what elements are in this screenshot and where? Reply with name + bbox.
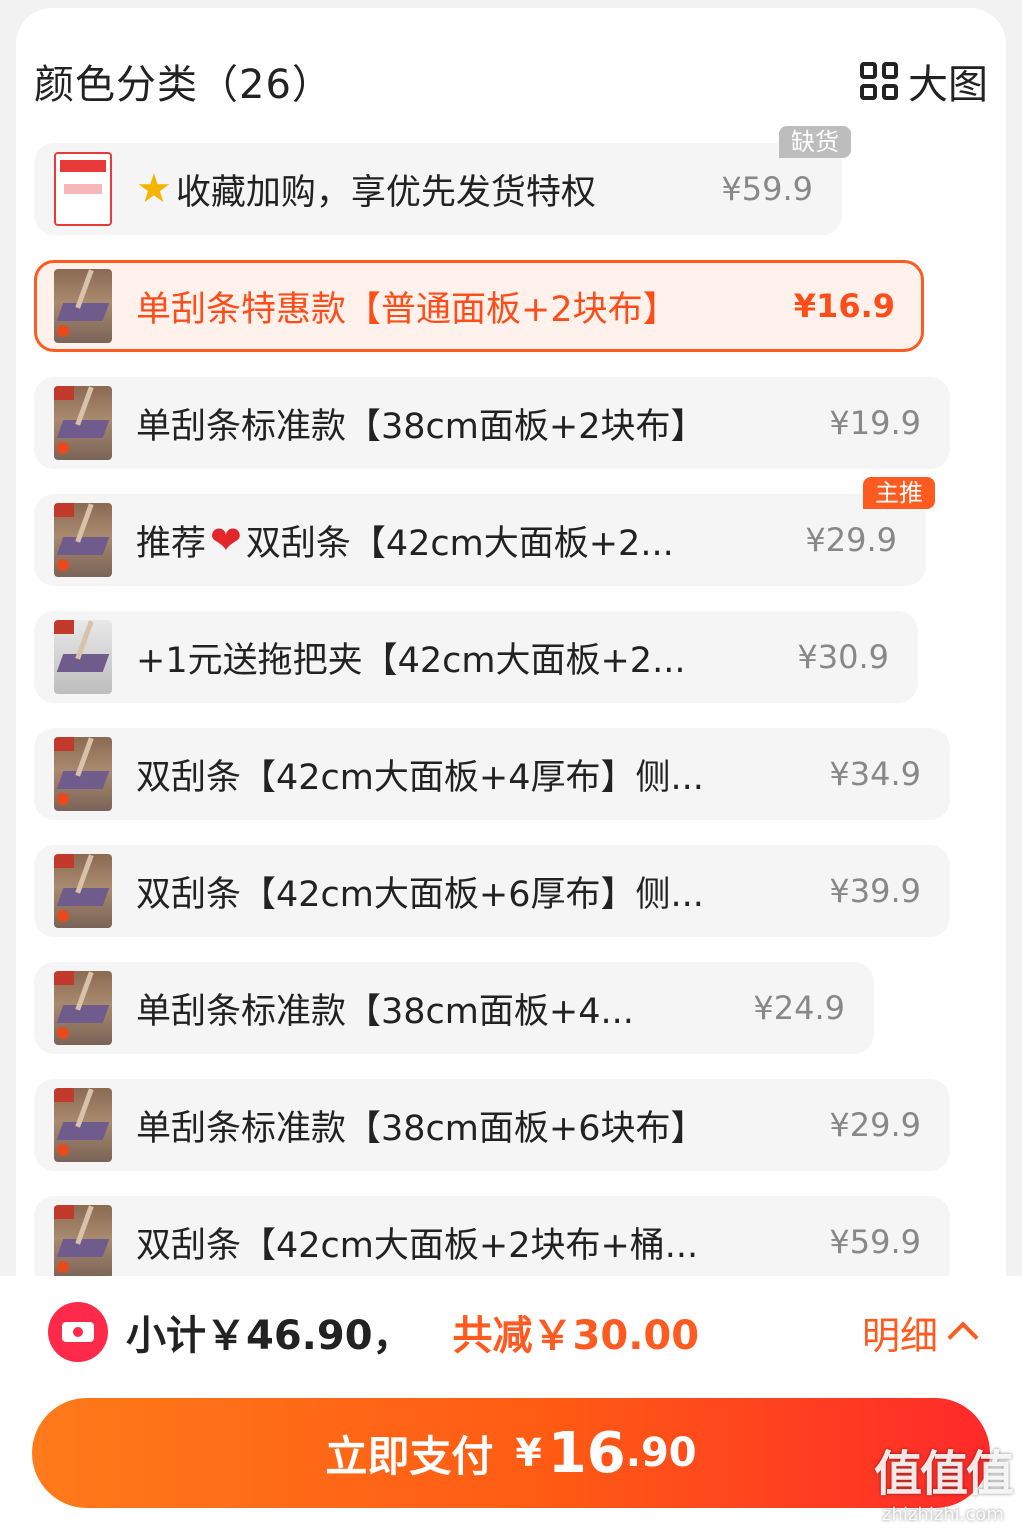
sku-option[interactable]: 推荐 ❤ 双刮条【42cm大面板+2... ¥29.9 主推 (34, 477, 935, 586)
sku-option-selected[interactable]: 单刮条特惠款【普通面板+2块布】 ¥16.9 (34, 260, 924, 352)
checkout-footer: 小计￥46.90， 共减￥30.00 明细 立即支付 ¥ 16 .90 (0, 1276, 1022, 1533)
pay-now-label: 立即支付 (325, 1431, 494, 1481)
sku-option-label: 单刮条标准款【38cm面板+6块布】 (136, 1108, 706, 1149)
sku-thumbnail (54, 269, 112, 343)
sku-option-price: ¥24.9 (753, 989, 845, 1027)
sku-thumbnail (54, 1088, 112, 1162)
recommended-tag: 主推 (863, 477, 935, 509)
sku-option-price: ¥39.9 (829, 872, 921, 910)
sku-option-price: ¥29.9 (829, 1106, 921, 1144)
sku-option[interactable]: 双刮条【42cm大面板+6厚布】侧... ¥39.9 (34, 845, 950, 937)
sku-option[interactable]: ★ 收藏加购，享优先发货特权 ¥59.9 缺货 (34, 126, 851, 235)
subtotal-text: 小计￥46.90， (126, 1313, 413, 1359)
pay-now-button[interactable]: 立即支付 ¥ 16 .90 (32, 1398, 990, 1508)
sku-option[interactable]: 单刮条标准款【38cm面板+4... ¥24.9 (34, 962, 874, 1054)
sku-thumbnail (54, 386, 112, 460)
sku-option[interactable]: 双刮条【42cm大面板+2块布+桶... ¥59.9 (34, 1196, 950, 1288)
sku-option-price: ¥59.9 (829, 1223, 921, 1261)
out-of-stock-tag: 缺货 (779, 126, 851, 158)
sku-option-label: 双刮条【42cm大面板+2块布+桶... (136, 1225, 699, 1266)
star-icon: ★ (136, 166, 172, 212)
sku-thumbnail (54, 152, 112, 226)
watermark-url: zhizhizhi.com (882, 1504, 1004, 1525)
coupon-icon (48, 1302, 108, 1362)
sku-option-label: 单刮条标准款【38cm面板+4... (136, 991, 634, 1032)
sku-option-price: ¥29.9 (805, 521, 897, 559)
pay-amount-integer: 16 (547, 1420, 626, 1486)
big-view-label: 大图 (908, 62, 988, 108)
sku-thumbnail (54, 503, 112, 577)
site-watermark: 值值值 zhizhizhi.com (873, 1434, 1014, 1525)
sku-thumbnail (54, 854, 112, 928)
sku-option-price: ¥34.9 (829, 755, 921, 793)
sku-option-label: +1元送拖把夹【42cm大面板+2... (136, 640, 686, 681)
sku-option-price: ¥16.9 (793, 287, 895, 325)
price-summary: 小计￥46.90， 共减￥30.00 明细 (48, 1302, 979, 1362)
sku-option-label-prefix: 推荐 (136, 523, 207, 564)
detail-toggle[interactable]: 明细 (861, 1305, 979, 1360)
grid-view-icon (860, 62, 898, 100)
sku-option[interactable]: 单刮条标准款【38cm面板+6块布】 ¥29.9 (34, 1079, 950, 1171)
sku-thumbnail (54, 1205, 112, 1279)
sku-thumbnail (54, 971, 112, 1045)
sku-option-price: ¥30.9 (797, 638, 889, 676)
big-view-toggle[interactable]: 大图 (860, 52, 988, 110)
sku-header: 颜色分类（26） 大图 (34, 56, 988, 108)
chevron-up-icon (947, 1321, 979, 1353)
color-category-title: 颜色分类（26） (34, 62, 333, 108)
sku-option-label: 双刮条【42cm大面板+6厚布】侧... (136, 874, 704, 915)
sku-option-label: 单刮条特惠款【普通面板+2块布】 (136, 289, 678, 330)
sku-thumbnail (54, 737, 112, 811)
watermark-logo: 值值值 (873, 1446, 1014, 1502)
sku-thumbnail (54, 620, 112, 694)
sku-option[interactable]: +1元送拖把夹【42cm大面板+2... ¥30.9 (34, 611, 918, 703)
sku-option[interactable]: 双刮条【42cm大面板+4厚布】侧... ¥34.9 (34, 728, 950, 820)
sku-option-label: 单刮条标准款【38cm面板+2块布】 (136, 406, 706, 447)
detail-label: 明细 (861, 1313, 938, 1358)
sku-option-label: 双刮条【42cm大面板+4厚布】侧... (136, 757, 704, 798)
sku-option-price: ¥59.9 (721, 170, 813, 208)
discount-text: 共减￥30.00 (452, 1313, 700, 1359)
sku-option-list: ★ 收藏加购，享优先发货特权 ¥59.9 缺货 单刮条特惠款【普通面板+2块布】… (34, 126, 964, 1313)
pay-amount-decimal: .90 (625, 1430, 697, 1476)
sku-option-label: 双刮条【42cm大面板+2... (245, 523, 674, 564)
sku-option[interactable]: 单刮条标准款【38cm面板+2块布】 ¥19.9 (34, 377, 950, 469)
pay-currency: ¥ (515, 1431, 542, 1475)
sku-option-label: 收藏加购，享优先发货特权 (175, 172, 596, 213)
sku-option-price: ¥19.9 (829, 404, 921, 442)
heart-icon: ❤ (210, 518, 242, 562)
